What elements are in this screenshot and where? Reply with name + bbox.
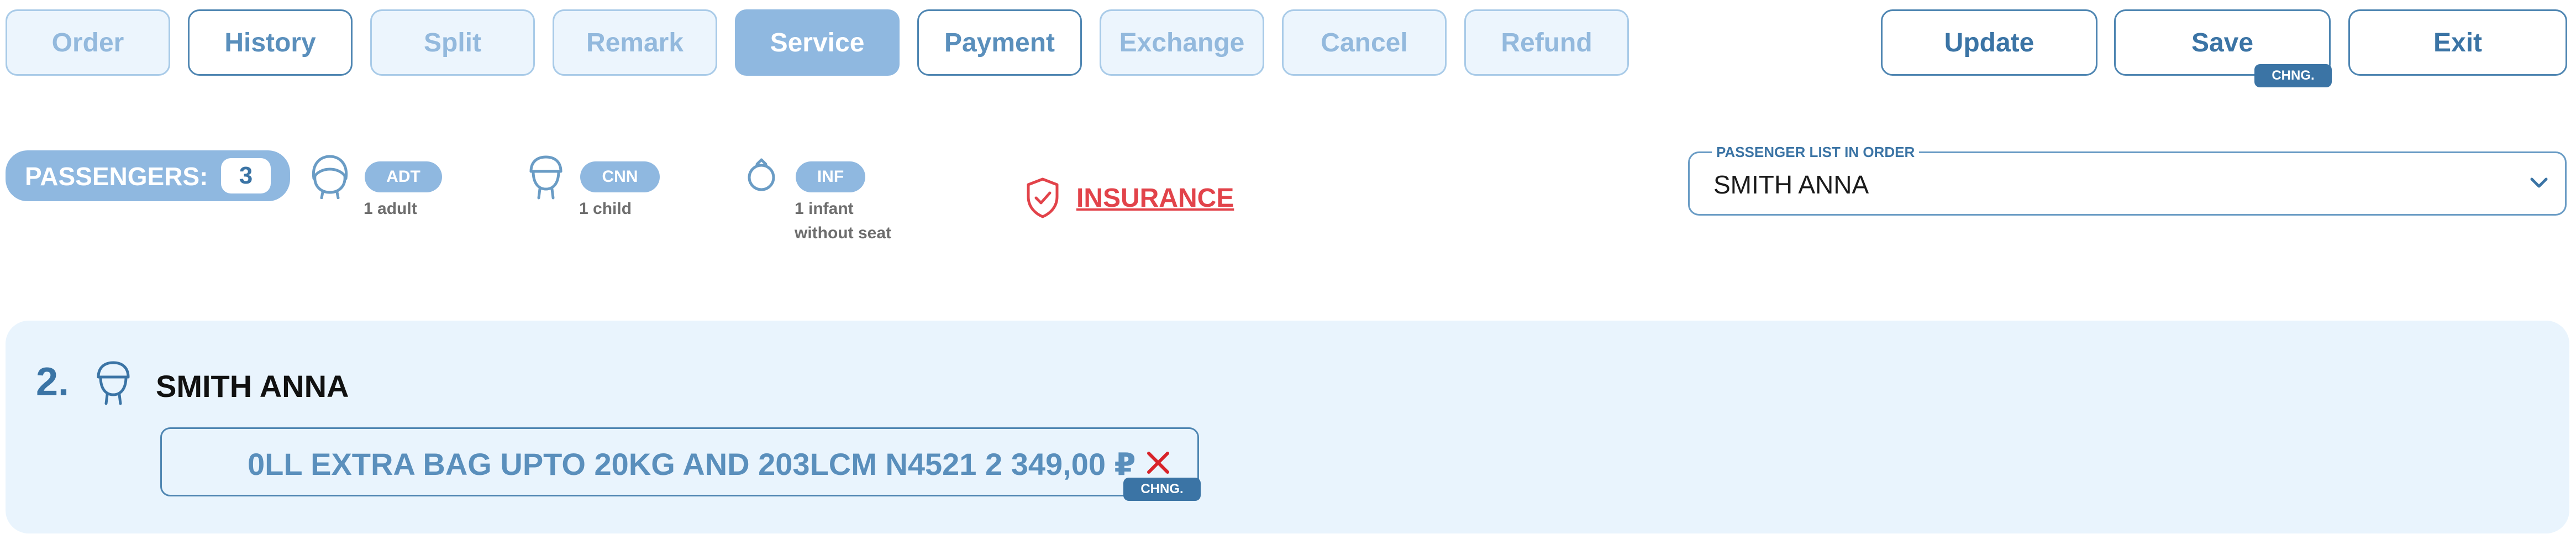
service-change-badge: CHNG. (1123, 478, 1201, 501)
adult-icon (312, 155, 348, 199)
passenger-number: 2. (36, 360, 70, 404)
exit-button[interactable]: Exit (2348, 9, 2567, 76)
passenger-list-value: SMITH ANNA (1713, 170, 1869, 199)
save-button-label: Save (2191, 28, 2254, 57)
infant-icon (748, 158, 775, 191)
inf-badge: INF (796, 161, 865, 192)
tab-exchange[interactable]: Exchange (1100, 9, 1264, 76)
cnn-description: 1 child (579, 200, 632, 218)
save-change-badge: CHNG. (2254, 64, 2332, 87)
child-icon (97, 361, 130, 405)
adt-description: 1 adult (364, 200, 417, 218)
tab-remark[interactable]: Remark (553, 9, 717, 76)
tab-payment[interactable]: Payment (917, 9, 1082, 76)
close-icon[interactable] (1145, 450, 1171, 475)
tab-service[interactable]: Service (735, 9, 900, 76)
tab-order[interactable]: Order (6, 9, 170, 76)
passengers-label: PASSENGERS: (25, 162, 208, 191)
tab-history[interactable]: History (188, 9, 353, 76)
service-description: 0LL EXTRA BAG UPTO 20KG AND 203LCM N4521… (248, 447, 1136, 482)
insurance-link[interactable]: INSURANCE (1076, 183, 1234, 213)
tab-split[interactable]: Split (370, 9, 535, 76)
passenger-list-select[interactable]: PASSENGER LIST IN ORDER SMITH ANNA (1688, 143, 2567, 216)
tab-refund[interactable]: Refund (1464, 9, 1629, 76)
cnn-badge: CNN (580, 161, 660, 192)
shield-check-icon (1027, 177, 1059, 218)
adt-badge: ADT (365, 161, 442, 192)
tab-cancel[interactable]: Cancel (1282, 9, 1447, 76)
passenger-card: 2. SMITH ANNA 0LL EXTRA BAG UPTO 20KG AN… (6, 321, 2569, 533)
passengers-count-pill: PASSENGERS: 3 (6, 150, 290, 201)
passenger-name: SMITH ANNA (156, 369, 349, 404)
service-item[interactable]: 0LL EXTRA BAG UPTO 20KG AND 203LCM N4521… (160, 427, 1201, 501)
inf-description: 1 infant without seat (795, 197, 891, 245)
chevron-down-icon (2530, 177, 2548, 188)
child-icon (529, 155, 562, 200)
update-button[interactable]: Update (1881, 9, 2097, 76)
inf-description-line-2: without seat (795, 224, 892, 242)
passengers-count-badge: 3 (221, 158, 271, 193)
inf-description-line-1: 1 infant (795, 200, 854, 218)
passenger-list-label: PASSENGER LIST IN ORDER (1712, 143, 1920, 161)
